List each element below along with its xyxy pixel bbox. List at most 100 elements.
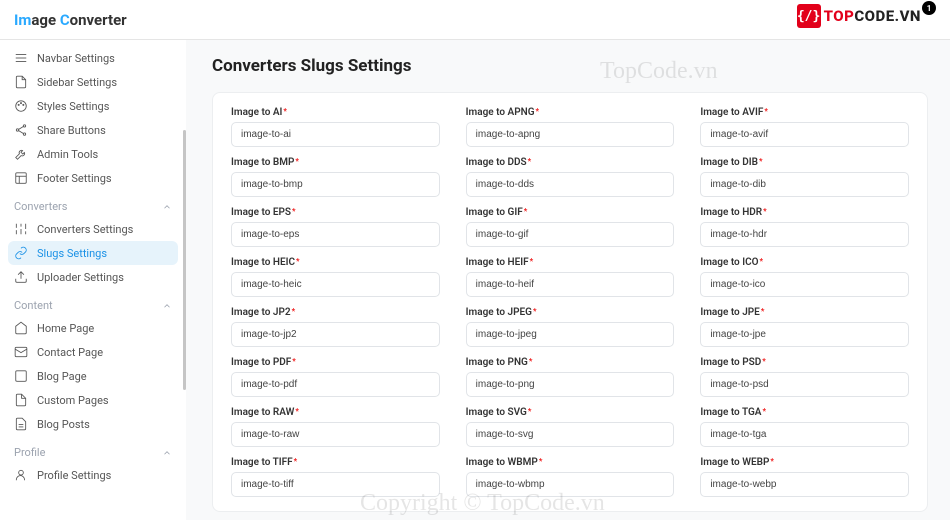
slug-input[interactable] xyxy=(700,122,909,147)
chevron-up-icon xyxy=(162,448,172,458)
sidebar-item-label: Custom Pages xyxy=(37,394,109,407)
sidebar-item-label: Sidebar Settings xyxy=(37,76,117,89)
sidebar-item-navbar-settings[interactable]: Navbar Settings xyxy=(0,46,186,70)
sidebar-item-label: Slugs Settings xyxy=(37,247,107,260)
slug-input[interactable] xyxy=(231,422,440,447)
sidebar-item-home-page[interactable]: Home Page xyxy=(0,316,186,340)
sidebar-item-label: Blog Posts xyxy=(37,418,90,431)
notification-badge: 1 xyxy=(922,1,936,15)
slug-input[interactable] xyxy=(466,372,675,397)
sidebar-item-footer-settings[interactable]: Footer Settings xyxy=(0,166,186,190)
sidebar-item-label: Converters Settings xyxy=(37,223,133,236)
field-label: Image to GIF* xyxy=(466,207,675,218)
slug-input[interactable] xyxy=(231,172,440,197)
sidebar-item-blog-posts[interactable]: Blog Posts xyxy=(0,412,186,436)
sidebar-item-blog-page[interactable]: Blog Page xyxy=(0,364,186,388)
sidebar-item-label: Share Buttons xyxy=(37,124,106,137)
field-label: Image to PDF* xyxy=(231,357,440,368)
slug-input[interactable] xyxy=(700,372,909,397)
field-label: Image to HEIC* xyxy=(231,257,440,268)
slug-input[interactable] xyxy=(700,172,909,197)
field-group: Image to TGA* xyxy=(700,407,909,447)
sidebar-item-label: Admin Tools xyxy=(37,148,98,161)
slug-input[interactable] xyxy=(700,422,909,447)
field-label: Image to PNG* xyxy=(466,357,675,368)
slug-input[interactable] xyxy=(466,422,675,447)
home-icon xyxy=(14,321,28,335)
slug-input[interactable] xyxy=(231,372,440,397)
field-label: Image to RAW* xyxy=(231,407,440,418)
sidebar-item-profile-settings[interactable]: Profile Settings xyxy=(0,463,186,487)
field-label: Image to TIFF* xyxy=(231,457,440,468)
field-group: Image to ICO* xyxy=(700,257,909,297)
field-group: Image to JPEG* xyxy=(466,307,675,347)
field-group: Image to GIF* xyxy=(466,207,675,247)
slug-input[interactable] xyxy=(466,472,675,497)
slug-input[interactable] xyxy=(466,272,675,297)
sidebar-item-label: Navbar Settings xyxy=(37,52,115,65)
field-label: Image to SVG* xyxy=(466,407,675,418)
field-group: Image to JP2* xyxy=(231,307,440,347)
field-label: Image to HDR* xyxy=(700,207,909,218)
menu-icon xyxy=(14,51,28,65)
slug-input[interactable] xyxy=(700,222,909,247)
field-label: Image to PSD* xyxy=(700,357,909,368)
slug-input[interactable] xyxy=(700,472,909,497)
sidebar-item-contact-page[interactable]: Contact Page xyxy=(0,340,186,364)
mail-icon xyxy=(14,345,28,359)
field-label: Image to JPEG* xyxy=(466,307,675,318)
field-label: Image to HEIF* xyxy=(466,257,675,268)
field-group: Image to PDF* xyxy=(231,357,440,397)
slug-input[interactable] xyxy=(231,472,440,497)
field-group: Image to HEIF* xyxy=(466,257,675,297)
field-group: Image to DIB* xyxy=(700,157,909,197)
slug-input[interactable] xyxy=(231,122,440,147)
layout-icon xyxy=(14,171,28,185)
field-group: Image to APNG* xyxy=(466,107,675,147)
sidebar-item-sidebar-settings[interactable]: Sidebar Settings xyxy=(0,70,186,94)
topcode-icon: {/} xyxy=(797,4,821,28)
sidebar-item-converters-settings[interactable]: Converters Settings xyxy=(0,217,186,241)
field-label: Image to EPS* xyxy=(231,207,440,218)
sidebar-item-slugs-settings[interactable]: Slugs Settings xyxy=(8,241,178,265)
field-group: Image to HDR* xyxy=(700,207,909,247)
sidebar-item-custom-pages[interactable]: Custom Pages xyxy=(0,388,186,412)
slug-input[interactable] xyxy=(466,222,675,247)
field-group: Image to PNG* xyxy=(466,357,675,397)
link-icon xyxy=(14,246,28,260)
field-label: Image to AVIF* xyxy=(700,107,909,118)
field-label: Image to DIB* xyxy=(700,157,909,168)
slug-input[interactable] xyxy=(466,322,675,347)
slug-input[interactable] xyxy=(231,222,440,247)
sidebar-item-label: Styles Settings xyxy=(37,100,109,113)
field-group: Image to BMP* xyxy=(231,157,440,197)
field-label: Image to TGA* xyxy=(700,407,909,418)
chevron-up-icon xyxy=(162,202,172,212)
field-label: Image to DDS* xyxy=(466,157,675,168)
slug-input[interactable] xyxy=(231,272,440,297)
sidebar-item-styles-settings[interactable]: Styles Settings xyxy=(0,94,186,118)
sidebar-item-admin-tools[interactable]: Admin Tools xyxy=(0,142,186,166)
slug-input[interactable] xyxy=(466,172,675,197)
brand-logo: Image Converter xyxy=(14,11,127,29)
file-icon xyxy=(14,75,28,89)
sidebar-section-converters[interactable]: Converters xyxy=(0,190,186,217)
sidebar-section-profile[interactable]: Profile xyxy=(0,436,186,463)
slug-input[interactable] xyxy=(700,322,909,347)
slug-input[interactable] xyxy=(700,272,909,297)
sidebar-section-content[interactable]: Content xyxy=(0,289,186,316)
field-label: Image to JP2* xyxy=(231,307,440,318)
field-group: Image to WEBP* xyxy=(700,457,909,497)
sidebar-item-label: Contact Page xyxy=(37,346,103,359)
sidebar-item-label: Uploader Settings xyxy=(37,271,124,284)
field-group: Image to EPS* xyxy=(231,207,440,247)
doc-icon xyxy=(14,417,28,431)
field-group: Image to WBMP* xyxy=(466,457,675,497)
sliders-icon xyxy=(14,222,28,236)
sidebar-item-uploader-settings[interactable]: Uploader Settings xyxy=(0,265,186,289)
field-group: Image to SVG* xyxy=(466,407,675,447)
field-label: Image to APNG* xyxy=(466,107,675,118)
sidebar-item-share-buttons[interactable]: Share Buttons xyxy=(0,118,186,142)
slug-input[interactable] xyxy=(231,322,440,347)
slug-input[interactable] xyxy=(466,122,675,147)
